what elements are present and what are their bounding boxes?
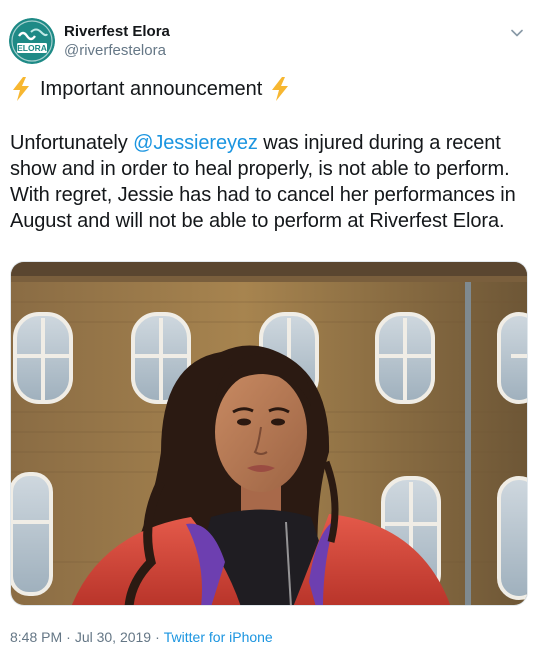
headline-text: Important announcement: [40, 78, 263, 100]
lightning-bolt-icon: [269, 76, 291, 102]
tweet-metadata: 8:48 PM · Jul 30, 2019 · Twitter for iPhone: [10, 628, 273, 646]
tweet-text: Unfortunately @Jessiereyez was injured d…: [10, 130, 530, 234]
tweet-date[interactable]: Jul 30, 2019: [75, 629, 151, 645]
tweet-card: ELORA Riverfest Elora @riverfestelora Im…: [0, 0, 538, 657]
chevron-down-icon: [511, 24, 523, 42]
meta-separator: ·: [155, 629, 160, 645]
tweet-headline: Important announcement: [10, 74, 291, 104]
tweet-photo[interactable]: [10, 261, 528, 606]
account-avatar[interactable]: ELORA: [9, 18, 55, 64]
avatar-wordmark: ELORA: [17, 43, 47, 53]
tweet-time[interactable]: 8:48 PM: [10, 629, 62, 645]
tweet-source-link[interactable]: Twitter for iPhone: [164, 629, 273, 645]
author-block: Riverfest Elora @riverfestelora: [64, 22, 170, 60]
mention-link[interactable]: @Jessiereyez: [133, 132, 258, 154]
display-name[interactable]: Riverfest Elora: [64, 22, 170, 41]
tweet-options-button[interactable]: [506, 22, 528, 44]
meta-separator: ·: [66, 629, 71, 645]
lightning-bolt-icon: [10, 76, 32, 102]
account-handle[interactable]: @riverfestelora: [64, 41, 170, 60]
tweet-text-part: Unfortunately: [10, 132, 134, 154]
